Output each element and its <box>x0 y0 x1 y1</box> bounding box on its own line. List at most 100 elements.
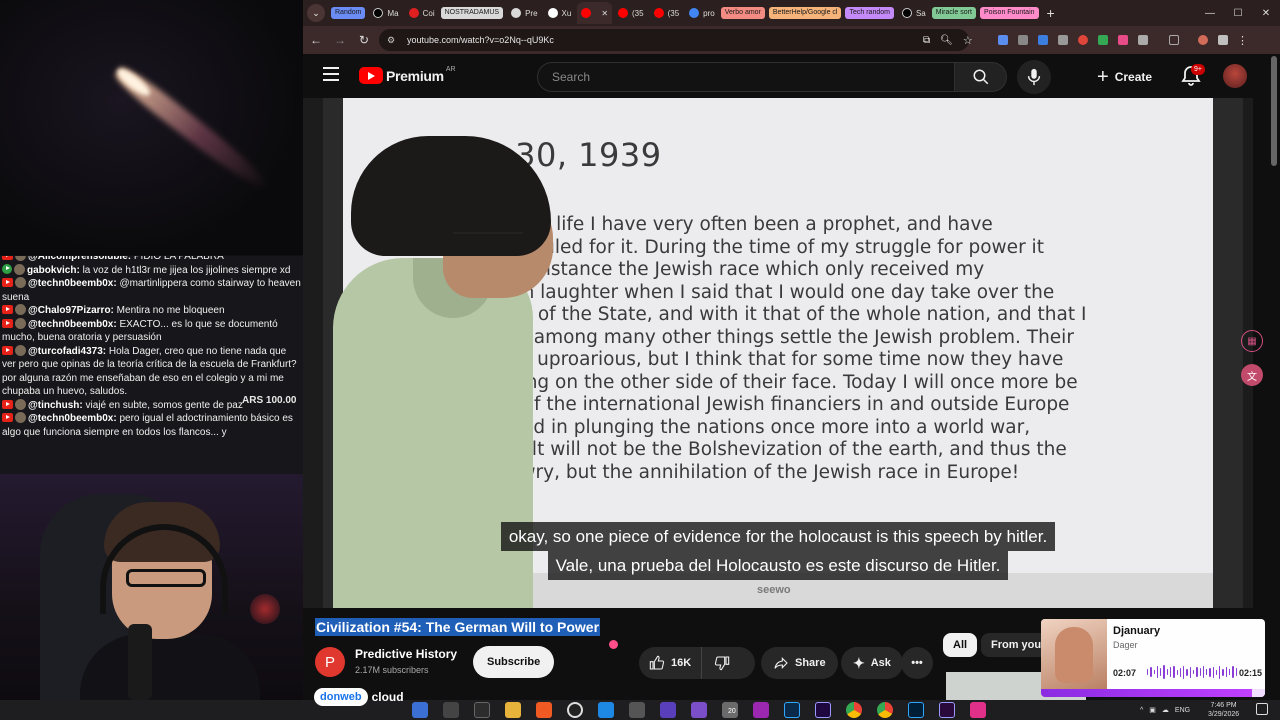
track-progress-bar[interactable] <box>1041 689 1265 697</box>
notifications-icon[interactable] <box>1256 703 1268 715</box>
sidebar-toggle-icon[interactable] <box>1169 35 1179 45</box>
taskbar-photoshop-icon[interactable] <box>784 702 800 718</box>
waveform-bar <box>1219 665 1221 679</box>
tab-9[interactable]: pro <box>685 3 719 23</box>
dislike-button[interactable] <box>702 647 742 679</box>
taskbar-premiere-icon[interactable] <box>939 702 955 718</box>
taskbar-app-icon-7[interactable] <box>970 702 986 718</box>
extension-icon-7[interactable] <box>1118 35 1128 45</box>
tray-network-icon[interactable]: ☁ <box>1162 706 1169 714</box>
tab-13[interactable]: Sa <box>898 3 930 23</box>
more-actions-button[interactable]: ••• <box>901 647 933 679</box>
menu-hamburger-icon[interactable] <box>323 67 339 81</box>
bookmark-star-icon[interactable]: ☆ <box>963 34 973 47</box>
taskbar-app-icon-2[interactable] <box>443 702 459 718</box>
tab-group-0[interactable]: Random <box>331 7 366 19</box>
site-info-icon[interactable]: ⚙ <box>387 35 399 45</box>
taskbar-terminal-icon[interactable] <box>474 702 490 718</box>
taskbar-brave-icon[interactable] <box>536 702 552 718</box>
close-window-button[interactable]: ✕ <box>1252 8 1280 19</box>
tab-group-3[interactable]: NOSTRADAMUS <box>440 7 504 19</box>
youtube-logo-icon <box>359 67 383 84</box>
album-art <box>1041 619 1107 697</box>
tray-overflow-icon[interactable]: ^ <box>1140 707 1143 714</box>
taskbar-aftereffects-icon[interactable] <box>815 702 831 718</box>
tab-group-15[interactable]: Poison Fountain <box>979 7 1039 19</box>
microphone-icon <box>1027 68 1041 86</box>
forward-button[interactable]: → <box>329 29 351 51</box>
tab-group-11[interactable]: BetterHelp/Google cl <box>768 7 842 19</box>
channel-name[interactable]: Predictive History <box>355 647 457 661</box>
address-bar[interactable]: ⚙ youtube.com/watch?v=o2Nq--qU9Kc <box>379 29 969 51</box>
profile-icon[interactable] <box>1198 35 1208 45</box>
maximize-button[interactable]: ☐ <box>1224 8 1252 19</box>
new-tab-button[interactable]: + <box>1047 5 1055 21</box>
taskbar-badge: 20 <box>728 708 736 715</box>
translate-tool-icon[interactable]: 文 <box>1241 364 1263 386</box>
tab-active[interactable]: ✕ <box>577 2 613 24</box>
create-button[interactable]: + Create <box>1089 62 1160 92</box>
extension-icon-8[interactable] <box>1218 35 1228 45</box>
system-clock[interactable]: 7:46 PM 3/29/2026 <box>1208 701 1239 719</box>
page-scrollbar[interactable] <box>1271 56 1277 166</box>
back-button[interactable]: ← <box>305 29 327 51</box>
taskbar-visualstudio-icon[interactable] <box>691 702 707 718</box>
search-button[interactable] <box>955 62 1007 92</box>
taskbar-lightroom-icon[interactable] <box>908 702 924 718</box>
ask-button[interactable]: ✦ Ask <box>841 647 903 679</box>
share-button[interactable]: Share <box>761 647 838 679</box>
extension-icon-5[interactable] <box>1078 35 1088 45</box>
taskbar-app-icon-6[interactable] <box>753 702 769 718</box>
browser-window: ⌄ Random Ma Coi NOSTRADAMUS Pre Xu ✕ (35 (35 pro V… <box>303 0 1280 700</box>
install-icon[interactable]: ⧉ <box>923 35 930 46</box>
close-tab-icon[interactable]: ✕ <box>601 9 608 18</box>
chip-all[interactable]: All <box>943 633 978 657</box>
minimize-button[interactable]: — <box>1196 8 1224 19</box>
taskbar-app-icon-3[interactable] <box>629 702 645 718</box>
video-player[interactable]: y 30, 1939 rse of my life I have very of… <box>303 98 1253 608</box>
tab-2[interactable]: Coi <box>405 3 439 23</box>
taskbar-vscode-icon[interactable] <box>598 702 614 718</box>
extension-icon-1[interactable] <box>998 35 1008 45</box>
webcam-feed <box>0 474 303 700</box>
tab-search-button[interactable]: ⌄ <box>307 4 325 22</box>
extension-icon-3[interactable] <box>1038 35 1048 45</box>
tab-7[interactable]: (35 <box>614 3 648 23</box>
extension-icon-2[interactable] <box>1018 35 1028 45</box>
ask-label: Ask <box>870 657 891 669</box>
tab-1[interactable]: Ma <box>369 3 402 23</box>
youtube-premium-logo[interactable]: Premium AR <box>359 66 456 84</box>
taskbar-chrome-icon-2[interactable] <box>877 702 893 718</box>
waveform-bar <box>1229 669 1231 675</box>
tab-8[interactable]: (35 <box>650 3 684 23</box>
reload-button[interactable]: ↻ <box>353 29 375 51</box>
extension-icon-4[interactable] <box>1058 35 1068 45</box>
account-avatar[interactable] <box>1223 64 1247 88</box>
spotlight-scene <box>0 0 303 255</box>
like-button[interactable]: 16K <box>639 647 703 679</box>
zoom-icon[interactable]: 🔍︎ <box>940 35 953 46</box>
extension-icon-6[interactable] <box>1098 35 1108 45</box>
tab-group-14[interactable]: Miracle sort <box>931 7 976 19</box>
taskbar-app-icon-4[interactable] <box>660 702 676 718</box>
chat-avatar <box>14 263 25 275</box>
taskbar-folder-icon[interactable] <box>505 702 521 718</box>
channel-avatar[interactable]: P <box>315 647 345 677</box>
taskbar-app-icon-1[interactable] <box>412 702 428 718</box>
taskbar-obs-icon[interactable] <box>567 702 583 718</box>
tab-group-12[interactable]: Tech random <box>845 7 894 19</box>
tab-5[interactable]: Xu <box>544 3 576 23</box>
grid-tool-icon[interactable]: ▦ <box>1241 330 1263 352</box>
tab-4[interactable]: Pre <box>507 3 541 23</box>
music-mini-player[interactable]: Djanuary Dager 02:07 02:15 <box>1041 619 1265 697</box>
subscribe-button[interactable]: Subscribe <box>473 646 555 678</box>
tab-group-10[interactable]: Verbo amor <box>720 7 765 19</box>
language-indicator[interactable]: ENG <box>1175 707 1190 714</box>
taskbar-chrome-icon[interactable] <box>846 702 862 718</box>
browser-menu-icon[interactable]: ⋮ <box>1237 34 1248 47</box>
voice-search-button[interactable] <box>1017 60 1051 94</box>
tray-app-icon[interactable]: ▣ <box>1149 706 1156 714</box>
taskbar-app-icon-5[interactable]: 20 <box>722 702 738 718</box>
extensions-puzzle-icon[interactable] <box>1138 35 1148 45</box>
search-input[interactable] <box>538 63 954 91</box>
